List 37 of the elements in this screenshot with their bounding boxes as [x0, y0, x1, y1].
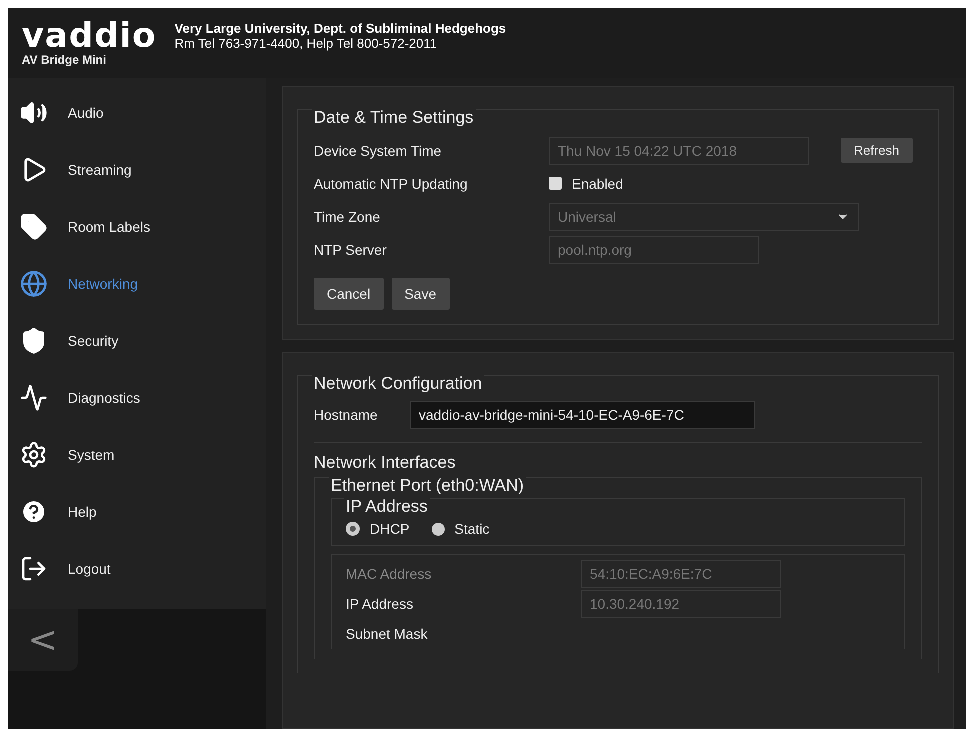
field-label: Subnet Mask	[346, 626, 429, 642]
collapse-button[interactable]: <	[8, 609, 78, 671]
field-label: Device System Time	[314, 142, 443, 158]
nav-item[interactable]: Room Labels	[8, 198, 266, 255]
field-label: Time Zone	[314, 208, 382, 224]
port-title: Ethernet Port (eth0:WAN)	[329, 476, 526, 496]
nav-item[interactable]: Networking	[8, 255, 266, 312]
nav-item[interactable]: Audio	[8, 84, 266, 141]
logout-icon	[20, 554, 48, 582]
field-label: Hostname	[314, 407, 379, 423]
nav-item[interactable]: Security	[8, 312, 266, 369]
hostname-field[interactable]: vaddio-av-bridge-mini-54-10-EC-A9-6E-7C	[410, 401, 755, 429]
radio-option[interactable]: Static	[432, 521, 490, 537]
nav-item[interactable]: Logout	[8, 540, 266, 597]
field-label: IP Address	[346, 596, 414, 612]
pulse-icon	[20, 384, 48, 412]
tag-icon	[20, 212, 48, 240]
checkbox-label: Enabled	[572, 176, 624, 192]
nav-item[interactable]: Help	[8, 483, 266, 540]
organization-name: Very Large University, Dept. of Subliminal Hedgehogs	[174, 21, 506, 36]
field-label: Automatic NTP Updating	[314, 176, 469, 192]
action-button[interactable]: Save	[392, 278, 450, 310]
globe-icon	[20, 270, 48, 298]
radio-option[interactable]: DHCP	[346, 521, 410, 537]
field-label: NTP Server	[314, 242, 388, 258]
nav-item[interactable]: System	[8, 426, 266, 483]
product-name: AV Bridge Mini	[22, 53, 108, 67]
field-label: MAC Address	[346, 566, 433, 582]
checkbox[interactable]	[549, 177, 562, 190]
action-button[interactable]: Cancel	[314, 278, 384, 310]
phone-numbers: Rm Tel 763-971-4400, Help Tel 800-572-2011	[174, 36, 438, 51]
logo: vaddio	[22, 19, 157, 53]
nav-item[interactable]: Diagnostics	[8, 369, 266, 426]
nav-item[interactable]: Streaming	[8, 141, 266, 198]
settings-icon	[20, 440, 48, 468]
section-title: Network Configuration	[312, 374, 484, 394]
section-title: Date & Time Settings	[312, 108, 476, 128]
